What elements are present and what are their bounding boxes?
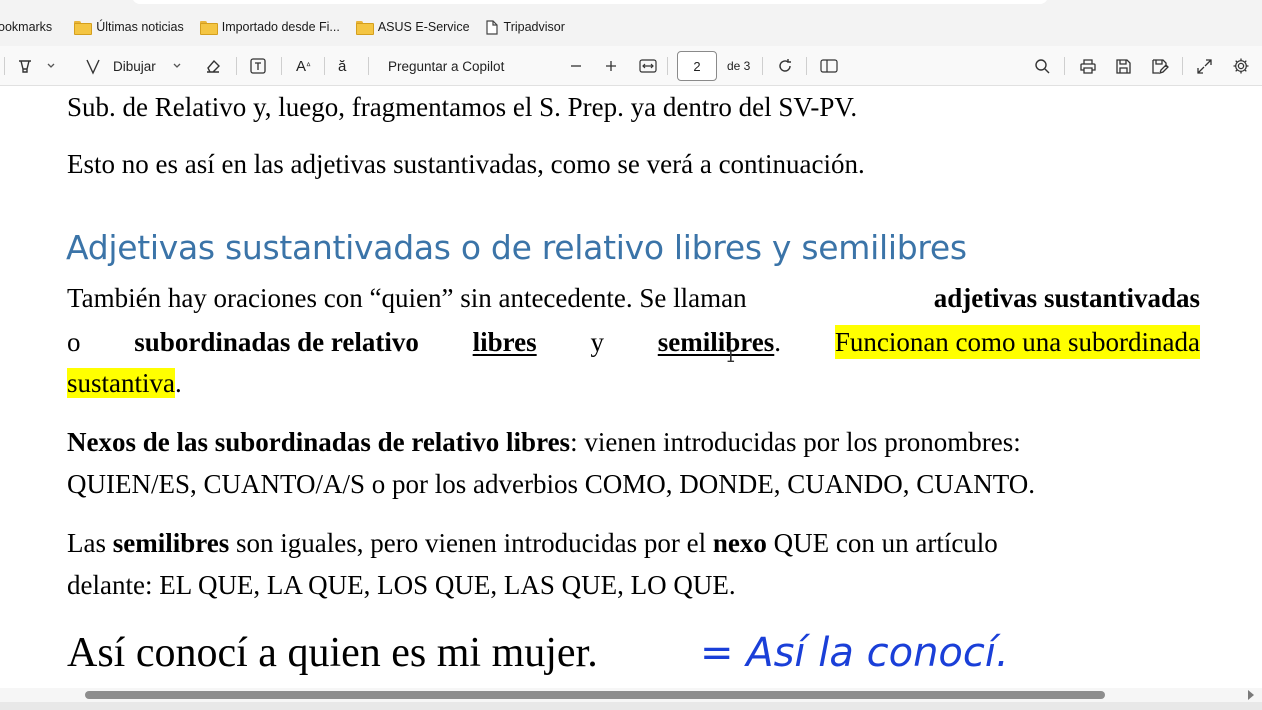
paragraph-line: También hay oraciones con “quien” sin an… [67,281,1200,315]
page-number-input[interactable]: 2 [677,51,717,81]
browser-top-strip [0,0,1262,8]
text-options-icon[interactable]: Aᐞ [296,46,311,86]
draw-label[interactable]: Dibujar [113,46,156,86]
underlined-term: semilibres [657,327,775,357]
paragraph-line: Esto no es así en las adjetivas sustanti… [67,149,865,179]
folder-icon [74,21,93,35]
chevron-down-icon[interactable] [172,46,182,86]
page-total: de 3 [727,59,751,73]
bold-term: nexo [712,528,767,558]
text-run: : vienen introducidas por los pronombres… [570,427,1021,457]
paragraph-line: Nexos de las subordinadas de relativo li… [67,425,1200,459]
save-as-icon[interactable] [1151,46,1169,86]
toolbar-divider [806,57,807,75]
bold-term: subordinadas de relativo [134,327,419,357]
text-run: y [590,327,604,357]
folder-icon [199,21,218,35]
zoom-in-icon[interactable] [604,46,618,86]
toolbar-divider [1064,57,1065,75]
highlight-icon[interactable] [16,46,34,86]
text-run: o [67,327,81,357]
page-icon [485,19,498,35]
address-bar-edge[interactable] [132,0,1048,4]
bold-term: adjetivas sustantivadas [933,283,1200,313]
save-icon[interactable] [1115,46,1132,86]
search-icon[interactable] [1034,46,1051,86]
highlighted-text: sustantiva [67,368,175,398]
bold-term: Nexos de las subordinadas de relativo li… [67,427,571,457]
toolbar-divider [762,57,763,75]
paragraph-line: Sub. de Relativo y, luego, fragmentamos … [67,92,858,122]
toolbar-divider [368,57,369,75]
draw-icon[interactable] [84,46,102,86]
underlined-term: libres [472,327,537,357]
highlighted-text: Funcionan como una subordinada [834,325,1200,359]
read-aloud-icon[interactable]: ă [338,46,346,86]
bookmark-label: Tripadvisor [503,20,565,34]
toolbar-divider [667,57,668,75]
handwriting-text: = Así la conocí. [700,630,1009,676]
rotate-icon[interactable] [776,46,794,86]
text-run: También hay oraciones con “quien” sin an… [67,283,754,313]
fullscreen-icon[interactable] [1196,46,1213,86]
eraser-icon[interactable] [204,46,222,86]
pdf-toolbar: Dibujar Aᐞ ă Preguntar a Copilot 2 de 3 [0,46,1262,86]
fit-width-icon[interactable] [639,46,657,86]
paragraph-line: delante: EL QUE, LA QUE, LOS QUE, LAS QU… [67,570,736,600]
chevron-down-icon[interactable] [46,46,56,86]
toolbar-divider [324,57,325,75]
text-box-icon[interactable] [249,46,267,86]
horizontal-scrollbar[interactable] [0,688,1262,702]
toolbar-divider [236,57,237,75]
page-view-icon[interactable] [820,46,838,86]
bookmark-label: ookmarks [0,20,53,34]
folder-icon [355,21,374,35]
toolbar-divider [4,57,5,75]
section-heading: Adjetivas sustantivadas o de relativo li… [66,228,967,267]
paragraph-line: sustantiva. [67,368,182,398]
bookmark-ultimas-noticias[interactable]: Últimas noticias [66,13,192,41]
text-cursor-icon: I [726,347,736,366]
bookmark-label: ASUS E-Service [377,20,470,34]
print-icon[interactable] [1079,46,1097,86]
paragraph-line: Las semilibres son iguales, pero vienen … [67,528,998,558]
bookmark-label: Últimas noticias [96,20,184,34]
pdf-page: Sub. de Relativo y, luego, fragmentamos … [0,86,1262,696]
copilot-button[interactable]: Preguntar a Copilot [388,46,504,86]
toolbar-divider [1182,57,1183,75]
scroll-right-icon[interactable] [1248,690,1254,700]
bookmark-asus[interactable]: ASUS E-Service [348,13,478,41]
paragraph-line: QUIEN/ES, CUANTO/A/S o por los adverbios… [67,469,1035,499]
bookmark-all[interactable]: ookmarks [0,13,60,41]
zoom-out-icon[interactable] [569,46,583,86]
handwritten-annotation: = Así la conocí. [700,630,1009,676]
bookmark-importado[interactable]: Importado desde Fi... [192,13,348,41]
bookmarks-bar: ookmarks Últimas noticias Importado desd… [0,8,1262,46]
bold-term: semilibres [112,528,230,558]
settings-gear-icon[interactable] [1232,46,1250,86]
scrollbar-thumb[interactable] [85,691,1105,699]
paragraph-line: o subordinadas de relativo libres y semi… [67,325,1200,359]
window-bottom-edge [0,702,1262,710]
bookmark-label: Importado desde Fi... [221,20,340,34]
bookmark-tripadvisor[interactable]: Tripadvisor [478,13,573,41]
toolbar-divider [281,57,282,75]
example-sentence: Así conocí a quien es mi mujer. [67,630,598,676]
